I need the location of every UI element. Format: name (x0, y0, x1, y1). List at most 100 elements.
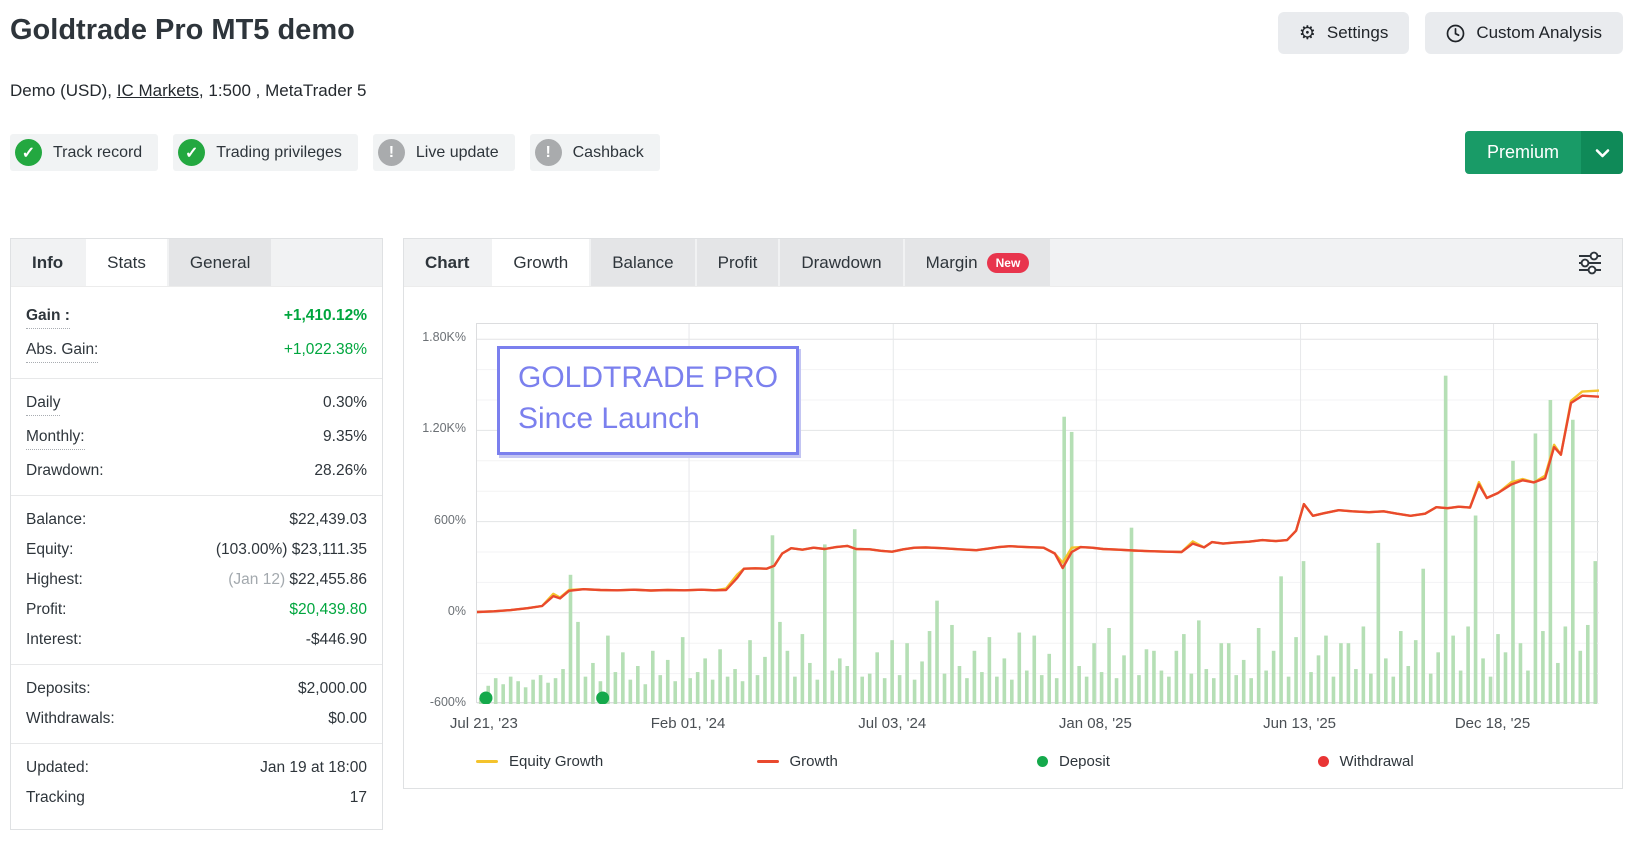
chart-tab-chart[interactable]: Chart (404, 239, 490, 286)
badge-label: Cashback (573, 144, 644, 162)
stats-body: Gain : +1,410.12% Abs. Gain:+1,022.38% Dail… (11, 287, 382, 829)
legend-item-deposit: Deposit (1037, 753, 1318, 770)
topbar: Goldtrade Pro MT5 demo ⚙ Settings Custom… (10, 12, 1623, 54)
volume-bar (546, 683, 550, 704)
stat-label: Drawdown: (26, 462, 104, 480)
premium-button[interactable]: Premium (1465, 131, 1623, 174)
volume-bar (1429, 674, 1433, 704)
stat-group: Balance:$22,439.03Equity:(103.00%) $23,1… (11, 495, 382, 659)
volume-bar (1047, 654, 1051, 704)
stat-row-abs-gain: Abs. Gain:+1,022.38% (11, 335, 382, 369)
stat-label: Highest: (26, 571, 83, 589)
chart-tab-balance[interactable]: Balance (591, 239, 694, 286)
tab-label: Info (32, 253, 63, 273)
tab-label: Balance (612, 253, 673, 273)
settings-button[interactable]: ⚙ Settings (1278, 12, 1409, 54)
tab-stats[interactable]: Stats (86, 239, 167, 286)
volume-bar (703, 658, 707, 704)
volume-bar (838, 658, 842, 704)
tab-label: Growth (513, 253, 568, 273)
chart-tab-drawdown[interactable]: Drawdown (780, 239, 902, 286)
badge-trading-privileges: ✓Trading privileges (173, 134, 358, 171)
stat-value: -$446.90 (306, 631, 367, 649)
legend-dot-swatch (1037, 756, 1048, 767)
broker-link[interactable]: IC Markets (117, 81, 199, 100)
stat-value-prefix: (Jan 12) (228, 571, 289, 588)
volume-bar (973, 651, 977, 704)
stat-label: Gain : (26, 307, 70, 329)
volume-bar (1489, 677, 1493, 704)
volume-bar (1556, 663, 1560, 704)
stat-row-daily: Daily0.30% (11, 388, 382, 422)
volume-bar (950, 625, 954, 704)
volume-bar (898, 675, 902, 704)
y-tick-label: 0% (448, 604, 466, 618)
stat-value-text: $0.00 (328, 710, 367, 727)
stat-value: 17 (350, 789, 367, 807)
volume-bar (1593, 561, 1597, 704)
stat-value: 0.30% (323, 394, 367, 412)
chart-region: 1.80K%1.20K%600%0%-600% GOLDTRADE PRO Si… (416, 323, 1608, 703)
volume-bar (1234, 675, 1238, 704)
legend-dot-swatch (1318, 756, 1329, 767)
chart-tabbar: Chart Growth Balance ProfitDrawdownMarginNe… (404, 239, 1622, 287)
chart-legend: Equity GrowthGrowthDepositWithdrawal (476, 753, 1598, 770)
volume-bar (853, 529, 857, 704)
volume-bar (1384, 658, 1388, 704)
settings-label: Settings (1327, 23, 1388, 43)
tab-general[interactable]: General (169, 239, 271, 286)
stat-value-text: +1,022.38% (284, 341, 367, 358)
volume-bar (928, 631, 932, 704)
stat-group: Gain : +1,410.12% Abs. Gain:+1,022.38% (11, 297, 382, 373)
clock-icon (1446, 24, 1465, 43)
volume-bar (883, 678, 887, 704)
tab-info[interactable]: Info (11, 239, 84, 286)
exclamation-icon: ! (378, 139, 405, 166)
stat-value-text: Jan 19 at 18:00 (260, 759, 367, 776)
filter-icon[interactable] (1576, 239, 1622, 286)
stat-row-profit: Profit:$20,439.80 (11, 595, 382, 625)
volume-bar (1077, 666, 1081, 704)
stat-value-text: $23,111.35 (292, 541, 367, 558)
volume-bar (614, 672, 618, 704)
legend-label: Equity Growth (509, 753, 603, 770)
top-buttons: ⚙ Settings Custom Analysis (1278, 12, 1623, 54)
volume-bar (741, 681, 745, 704)
stat-value-text: +1,410.12% (284, 307, 367, 324)
stat-label: Monthly: (26, 428, 85, 450)
volume-bar (666, 660, 670, 704)
chevron-down-icon (1581, 131, 1623, 174)
chart-tab-growth[interactable]: Growth (492, 239, 589, 286)
x-tick-label: Jan 08, '25 (1059, 715, 1132, 732)
volume-bar (1085, 677, 1089, 704)
volume-bar (718, 649, 722, 704)
stat-label: Tracking (26, 789, 85, 807)
volume-bar (636, 666, 640, 704)
custom-analysis-button[interactable]: Custom Analysis (1425, 12, 1623, 54)
stats-tabbar: Info StatsGeneral (11, 239, 382, 287)
volume-bar (943, 674, 947, 704)
volume-bar (1249, 678, 1253, 704)
stat-value: $2,000.00 (298, 680, 367, 698)
chart-tab-profit[interactable]: Profit (697, 239, 779, 286)
y-axis: 1.80K%1.20K%600%0%-600% (416, 323, 468, 703)
volume-bar (920, 661, 924, 704)
x-tick-label: Jun 13, '25 (1263, 715, 1336, 732)
volume-bar (554, 678, 558, 704)
volume-bar (1040, 675, 1044, 704)
volume-bar (524, 687, 528, 704)
gear-icon: ⚙ (1299, 24, 1316, 43)
badges-row: ✓Track record✓Trading privileges!Live up… (10, 131, 1623, 174)
stat-group: Daily0.30%Monthly:9.35%Drawdown:28.26% (11, 378, 382, 490)
volume-bar (1294, 637, 1298, 704)
volume-bar (509, 677, 513, 704)
volume-bar (1190, 674, 1194, 704)
volume-bar (1145, 649, 1149, 704)
volume-bar (786, 651, 790, 704)
volume-bar (1212, 678, 1216, 704)
plot-area[interactable]: GOLDTRADE PRO Since Launch (476, 323, 1598, 703)
chart-tab-margin[interactable]: MarginNew (905, 239, 1051, 286)
exclamation-icon: ! (535, 139, 562, 166)
x-tick-label: Jul 03, '24 (858, 715, 926, 732)
volume-bar (1032, 636, 1036, 704)
